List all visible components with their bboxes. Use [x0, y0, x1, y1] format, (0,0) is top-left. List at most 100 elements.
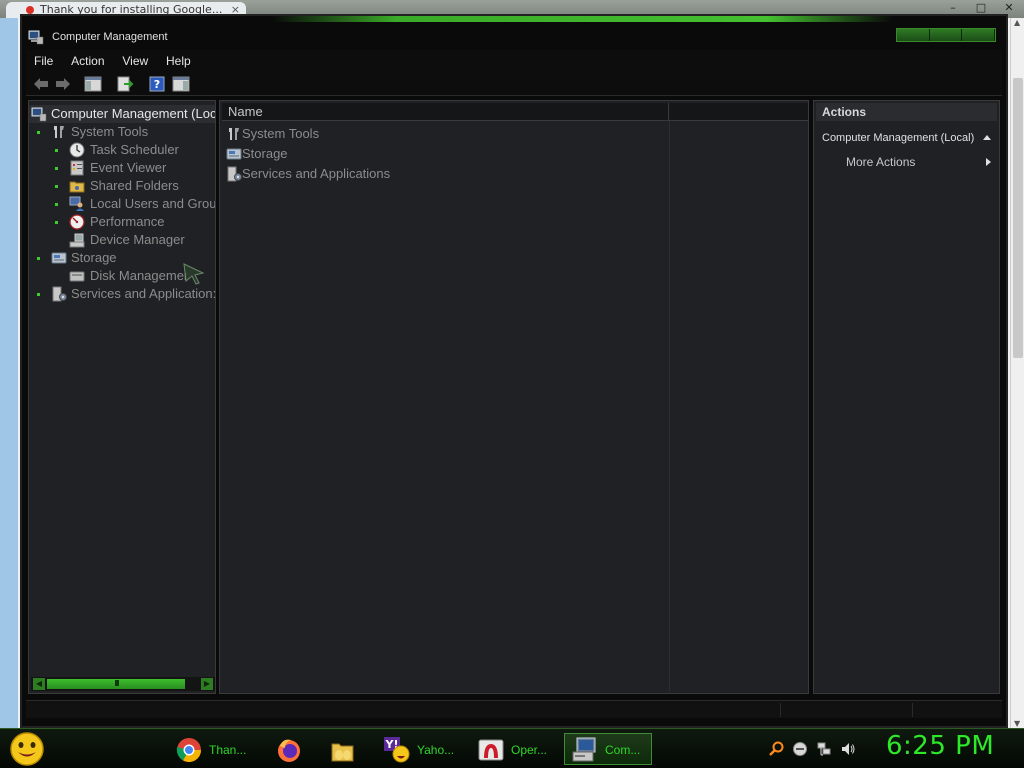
scroll-left-icon[interactable]: ◀: [33, 678, 45, 690]
tree-expander[interactable]: [55, 221, 58, 224]
svg-text:?: ?: [154, 78, 160, 91]
tree-item-computer-management[interactable]: Computer Management (Loc: [29, 105, 215, 123]
taskbar-button-chrome[interactable]: Than...: [168, 733, 258, 765]
title-bar[interactable]: Computer Management: [22, 24, 1006, 52]
tools-icon: [54, 126, 64, 138]
scrollbar-grip[interactable]: [115, 680, 119, 686]
list-item-storage[interactable]: Storage: [226, 145, 526, 163]
tree-item-local-users[interactable]: Local Users and Grou: [29, 195, 215, 213]
tree-horizontal-scrollbar[interactable]: ◀ ▶: [31, 677, 215, 691]
column-divider: [669, 121, 670, 691]
folders-icon: [331, 743, 354, 762]
list-item-system-tools[interactable]: System Tools: [226, 125, 526, 143]
tree-item-performance[interactable]: Performance: [29, 213, 215, 231]
computer-management-icon: [31, 107, 47, 122]
tree-expander[interactable]: [55, 185, 58, 188]
menu-view[interactable]: View: [114, 50, 154, 68]
tree-item-label: Storage: [71, 250, 117, 265]
chrome-icon: [176, 738, 201, 763]
scroll-right-icon[interactable]: ▶: [201, 678, 213, 690]
list-item-services-applications[interactable]: Services and Applications: [226, 165, 526, 183]
actions-section-computer-management[interactable]: Computer Management (Local): [816, 129, 997, 147]
tree-item-event-viewer[interactable]: Event Viewer: [29, 159, 215, 177]
tree-item-device-manager[interactable]: Device Manager: [29, 231, 215, 249]
list-item-label: System Tools: [242, 126, 320, 141]
taskbar-button-label: Oper...: [511, 743, 548, 757]
show-hide-console-tree-icon[interactable]: [84, 76, 102, 92]
column-header-empty[interactable]: [672, 103, 808, 121]
services-icon: [227, 166, 242, 182]
taskbar-button-opera[interactable]: Oper...: [470, 733, 556, 765]
tree-expander[interactable]: [37, 131, 40, 134]
export-list-icon[interactable]: [116, 76, 134, 92]
background-scrollbar[interactable]: ▲ ▼: [1010, 18, 1024, 730]
tree-item-task-scheduler[interactable]: Task Scheduler: [29, 141, 215, 159]
volume-icon[interactable]: [840, 741, 856, 757]
tree-item-system-tools[interactable]: System Tools: [29, 123, 215, 141]
scroll-down-icon[interactable]: ▼: [1014, 719, 1020, 728]
results-pane: Name System Tools Storage Services and A…: [219, 100, 809, 694]
status-segment: [780, 703, 912, 717]
start-button-smiley-icon[interactable]: [8, 731, 46, 767]
taskbar-button-firefox[interactable]: [268, 733, 312, 765]
network-connection-icon[interactable]: [816, 741, 832, 757]
performance-icon: [69, 214, 85, 230]
list-column-header: Name: [222, 103, 808, 121]
tree-item-services-applications[interactable]: Services and Application:: [29, 285, 215, 303]
menu-help[interactable]: Help: [158, 50, 197, 68]
clock-icon: [69, 142, 85, 158]
window-glow-accent: [272, 16, 892, 22]
tab-favicon-icon: [26, 6, 34, 14]
taskbar-button-computer-management[interactable]: Com...: [564, 733, 652, 765]
tree-item-label: Local Users and Grou: [90, 196, 216, 211]
actions-pane: Actions Computer Management (Local) More…: [813, 100, 1000, 694]
scroll-up-icon[interactable]: ▲: [1014, 18, 1020, 27]
maximize-button[interactable]: [929, 29, 963, 41]
tree-expander[interactable]: [37, 257, 40, 260]
taskbar: Than... Y! Yaho... Oper... Com... 6:25 P…: [0, 728, 1024, 768]
tree-expander[interactable]: [55, 149, 58, 152]
collapse-up-icon[interactable]: [983, 135, 991, 140]
computer-management-icon: [28, 30, 44, 45]
tree-item-label: Event Viewer: [90, 160, 167, 175]
network-status-icon[interactable]: [792, 741, 808, 757]
taskbar-button-label: Yaho...: [417, 743, 455, 757]
taskbar-clock[interactable]: 6:25 PM: [886, 731, 994, 761]
help-icon[interactable]: ?: [148, 76, 166, 92]
menu-action[interactable]: Action: [63, 50, 110, 68]
tree-item-label: Disk Managemer: [90, 268, 189, 283]
tree-expander[interactable]: [55, 167, 58, 170]
menu-file[interactable]: File: [26, 50, 59, 68]
computer-management-icon: [572, 737, 596, 762]
tree-expander[interactable]: [37, 293, 40, 296]
list-item-label: Storage: [242, 146, 288, 161]
storage-icon: [226, 148, 242, 160]
scrollbar-thumb[interactable]: [1013, 78, 1023, 358]
actions-header: Actions: [816, 103, 997, 121]
yahoo-messenger-icon: Y!: [384, 737, 410, 763]
tree-item-shared-folders[interactable]: Shared Folders: [29, 177, 215, 195]
event-viewer-icon: [70, 160, 84, 176]
window-title: Computer Management: [52, 31, 168, 43]
status-segment: [912, 703, 1002, 717]
taskbar-button-yahoo[interactable]: Y! Yaho...: [376, 733, 462, 765]
back-arrow-icon[interactable]: [32, 76, 50, 92]
computer-management-window: Computer Management File Action View Hel…: [20, 14, 1008, 728]
firefox-icon: [278, 739, 300, 762]
tree-item-label: Performance: [90, 214, 165, 229]
background-left-stripe: [0, 18, 18, 730]
minimize-button[interactable]: [897, 29, 930, 41]
tree-item-label: Device Manager: [90, 232, 185, 247]
column-header-name[interactable]: Name: [222, 103, 669, 121]
forward-arrow-icon[interactable]: [54, 76, 72, 92]
tree-expander[interactable]: [55, 203, 58, 206]
search-icon[interactable]: [768, 741, 784, 757]
more-actions-item[interactable]: More Actions: [816, 153, 997, 171]
window-controls: [896, 28, 996, 42]
show-hide-action-pane-icon[interactable]: [172, 76, 190, 92]
taskbar-button-folders[interactable]: [322, 733, 366, 765]
tools-icon: [229, 128, 239, 140]
tree-item-disk-management[interactable]: Disk Managemer: [29, 263, 215, 285]
list-item-label: Services and Applications: [242, 166, 391, 181]
close-button[interactable]: [962, 29, 996, 41]
